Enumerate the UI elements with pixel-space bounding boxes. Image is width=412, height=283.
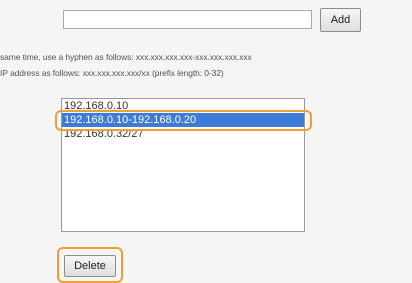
delete-button[interactable]: Delete xyxy=(64,255,116,277)
list-item-address-prefix[interactable]: 192.168.0.32/27 xyxy=(62,127,304,141)
add-button[interactable]: Add xyxy=(320,8,361,32)
hint-range-format: same time, use a hyphen as follows: xxx.… xyxy=(0,52,252,62)
list-item-address[interactable]: 192.168.0.10 xyxy=(62,99,304,113)
list-item-address-range[interactable]: 192.168.0.10-192.168.0.20 xyxy=(62,113,304,127)
address-listbox[interactable]: 192.168.0.10 192.168.0.10-192.168.0.20 1… xyxy=(61,98,305,232)
address-input[interactable] xyxy=(63,10,312,29)
hint-prefix-format: IP address as follows: xxx.xxx.xxx.xxx/x… xyxy=(0,68,224,78)
